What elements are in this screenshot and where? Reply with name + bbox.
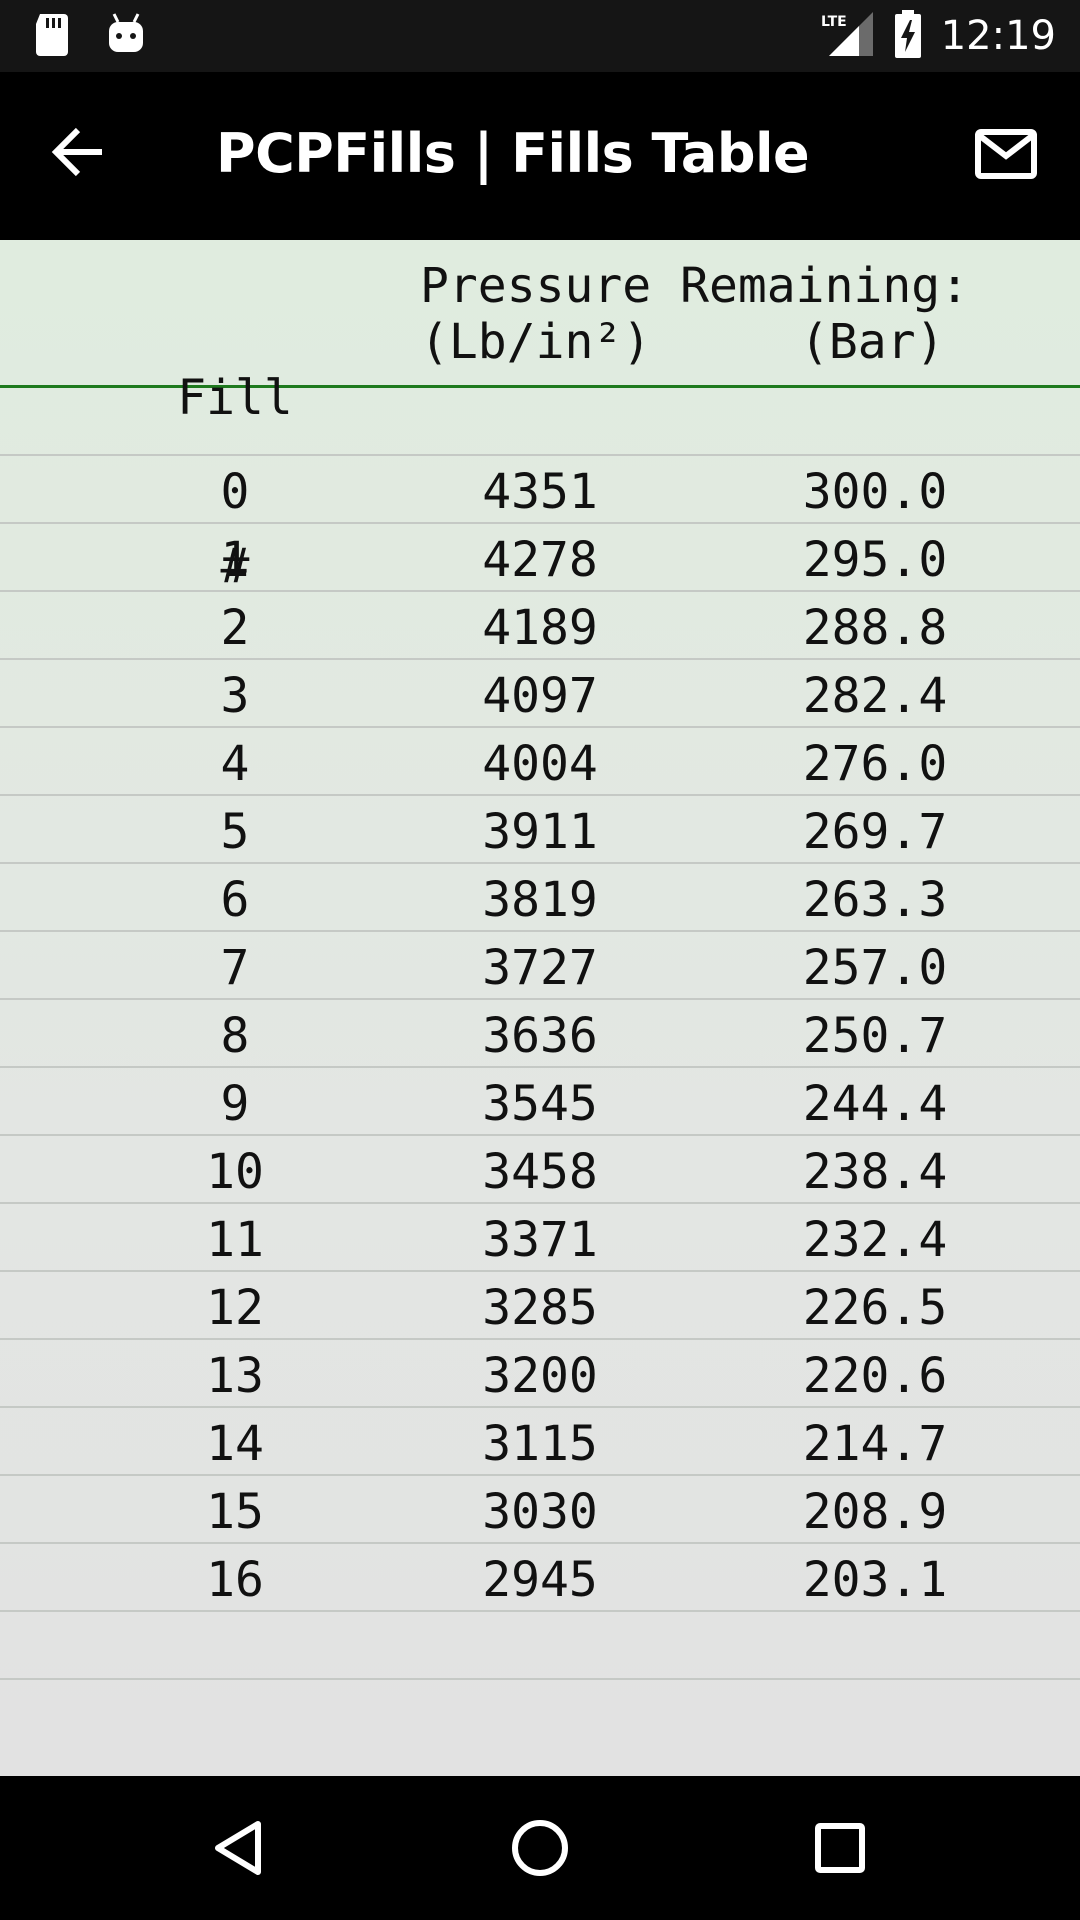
table-row: 15 3030 208.9 xyxy=(0,1476,1080,1544)
fill-cell: 8 xyxy=(220,1008,250,1064)
fill-cell: 0 xyxy=(220,464,250,520)
table-row: 11 3371 232.4 xyxy=(0,1204,1080,1272)
fill-cell: 4 xyxy=(220,736,250,792)
table-row: 9 3545 244.4 xyxy=(0,1068,1080,1136)
fill-cell: 1 xyxy=(220,532,250,588)
bar-cell: 203.1 xyxy=(802,1552,948,1608)
psi-cell: 3371 xyxy=(482,1212,598,1268)
fill-cell: 14 xyxy=(206,1416,264,1472)
nav-home-button[interactable] xyxy=(504,1812,576,1884)
bar-cell: 288.8 xyxy=(802,600,948,656)
psi-cell: 4097 xyxy=(482,668,598,724)
fill-cell: 2 xyxy=(220,600,250,656)
table-row: 1 4278 295.0 xyxy=(0,524,1080,592)
psi-cell: 3200 xyxy=(482,1348,598,1404)
nav-home-icon xyxy=(504,1820,576,1888)
table-row: 13 3200 220.6 xyxy=(0,1340,1080,1408)
fill-cell: 6 xyxy=(220,872,250,928)
bar-cell: 238.4 xyxy=(802,1144,948,1200)
spacer-row xyxy=(0,388,1080,456)
fill-cell: 9 xyxy=(220,1076,250,1132)
bar-cell: 232.4 xyxy=(802,1212,948,1268)
bar-cell: 295.0 xyxy=(802,532,948,588)
app-bar: PCPFills | Fills Table xyxy=(0,72,1080,240)
fill-cell: 13 xyxy=(206,1348,264,1404)
fill-cell: 16 xyxy=(206,1552,264,1608)
table-row: 4 4004 276.0 xyxy=(0,728,1080,796)
bar-cell: 276.0 xyxy=(802,736,948,792)
psi-cell: 3911 xyxy=(482,804,598,860)
sd-card-icon xyxy=(32,12,72,61)
table-row: 7 3727 257.0 xyxy=(0,932,1080,1000)
spacer-row xyxy=(0,1612,1080,1680)
table-row: 8 3636 250.7 xyxy=(0,1000,1080,1068)
psi-cell: 4189 xyxy=(482,600,598,656)
table-row: 3 4097 282.4 xyxy=(0,660,1080,728)
back-button[interactable] xyxy=(50,124,120,188)
bar-cell: 269.7 xyxy=(802,804,948,860)
table-row: 2 4189 288.8 xyxy=(0,592,1080,660)
psi-cell: 2945 xyxy=(482,1552,598,1608)
table-row: 10 3458 238.4 xyxy=(0,1136,1080,1204)
psi-cell: 3545 xyxy=(482,1076,598,1132)
pressure-column-header: Pressure Remaining: xyxy=(420,258,970,314)
psi-cell: 4004 xyxy=(482,736,598,792)
table-row: 6 3819 263.3 xyxy=(0,864,1080,932)
arrow-back-icon xyxy=(50,127,106,184)
fill-cell: 15 xyxy=(206,1484,264,1540)
fill-cell: 12 xyxy=(206,1280,264,1336)
mail-icon xyxy=(974,129,1038,184)
psi-cell: 3458 xyxy=(482,1144,598,1200)
svg-text:LTE: LTE xyxy=(821,14,847,30)
psi-cell: 3727 xyxy=(482,940,598,996)
navigation-bar xyxy=(0,1776,1080,1920)
psi-cell: 3030 xyxy=(482,1484,598,1540)
bar-cell: 226.5 xyxy=(802,1280,948,1336)
table-row: 16 2945 203.1 xyxy=(0,1544,1080,1612)
page-title: PCPFills | Fills Table xyxy=(216,122,810,185)
bar-unit-header: (Bar) xyxy=(800,314,945,370)
psi-cell: 3636 xyxy=(482,1008,598,1064)
table-row: 14 3115 214.7 xyxy=(0,1408,1080,1476)
fill-cell: 3 xyxy=(220,668,250,724)
nav-recents-icon xyxy=(804,1823,876,1888)
fill-cell: 7 xyxy=(220,940,250,996)
battery-charging-icon xyxy=(893,9,923,63)
fill-cell: 10 xyxy=(206,1144,264,1200)
psi-cell: 4351 xyxy=(482,464,598,520)
fill-cell: 5 xyxy=(220,804,250,860)
fill-cell: 11 xyxy=(206,1212,264,1268)
email-button[interactable] xyxy=(974,128,1040,184)
table-row: 5 3911 269.7 xyxy=(0,796,1080,864)
bar-cell: 214.7 xyxy=(802,1416,948,1472)
bar-cell: 220.6 xyxy=(802,1348,948,1404)
table-body: 0 4351 300.0 1 4278 295.0 2 4189 288.8 3 4097 282.4… xyxy=(0,388,1080,1680)
psi-unit-header: (Lb/in²) xyxy=(420,314,652,370)
table-row: 0 4351 300.0 xyxy=(0,456,1080,524)
bar-cell: 244.4 xyxy=(802,1076,948,1132)
psi-cell: 4278 xyxy=(482,532,598,588)
android-icon xyxy=(106,12,146,61)
fills-table: Fill # Pressure Remaining: (Lb/in²) (Bar… xyxy=(0,240,1080,1776)
bar-cell: 208.9 xyxy=(802,1484,948,1540)
psi-cell: 3115 xyxy=(482,1416,598,1472)
signal-icon: LTE xyxy=(819,10,875,63)
nav-back-icon xyxy=(204,1821,276,1888)
table-row: 12 3285 226.5 xyxy=(0,1272,1080,1340)
bar-cell: 250.7 xyxy=(802,1008,948,1064)
psi-cell: 3285 xyxy=(482,1280,598,1336)
psi-cell: 3819 xyxy=(482,872,598,928)
bar-cell: 257.0 xyxy=(802,940,948,996)
bar-cell: 282.4 xyxy=(802,668,948,724)
nav-back-button[interactable] xyxy=(204,1812,276,1884)
table-header: Fill # Pressure Remaining: (Lb/in²) (Bar… xyxy=(0,240,1080,594)
bar-cell: 300.0 xyxy=(802,464,948,520)
nav-recents-button[interactable] xyxy=(804,1812,876,1884)
clock: 12:19 xyxy=(940,13,1056,59)
bar-cell: 263.3 xyxy=(802,872,948,928)
status-bar: LTE 12:19 xyxy=(0,0,1080,72)
